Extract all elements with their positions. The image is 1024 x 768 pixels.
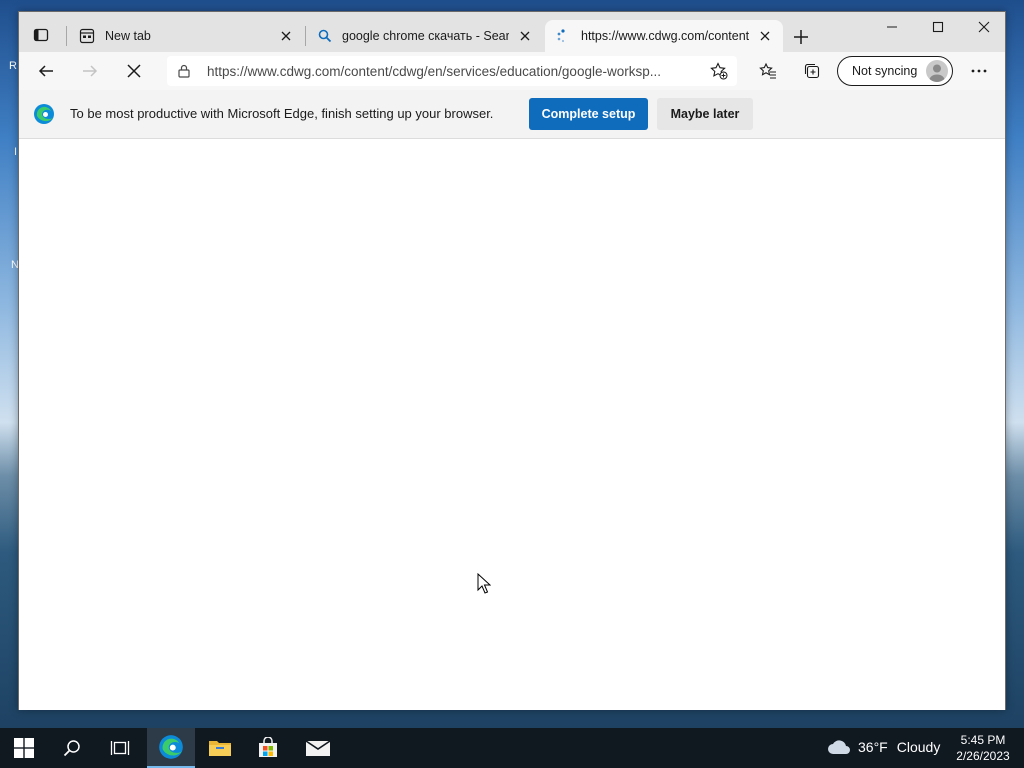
tab-separator <box>305 26 306 46</box>
forward-arrow-icon <box>83 65 98 77</box>
maybe-later-button[interactable]: Maybe later <box>657 98 753 130</box>
newtab-page-icon <box>79 28 95 44</box>
tab-actions-button[interactable] <box>27 23 55 47</box>
collections-button[interactable] <box>797 57 827 85</box>
tab-title: New tab <box>105 29 151 43</box>
favorites-button[interactable] <box>753 57 783 85</box>
tab-separator <box>66 26 67 46</box>
taskbar-search-button[interactable] <box>48 728 96 768</box>
folder-icon <box>209 741 231 756</box>
task-view-icon <box>110 741 130 755</box>
store-bag-icon <box>259 737 277 757</box>
loading-icon <box>557 29 565 43</box>
minimize-icon <box>887 26 897 28</box>
lock-icon[interactable] <box>167 64 201 78</box>
tab-title: https://www.cdwg.com/content/ <box>581 29 749 43</box>
browser-window: New tab google chrome скачать - Search h… <box>18 11 1006 710</box>
navigation-toolbar: https://www.cdwg.com/content/cdwg/en/ser… <box>19 52 1005 90</box>
setup-infobar: To be most productive with Microsoft Edg… <box>19 90 1005 139</box>
add-favorite-icon[interactable] <box>701 62 737 80</box>
search-icon <box>63 740 80 757</box>
page-content-area[interactable] <box>19 139 1005 710</box>
stop-loading-button[interactable] <box>119 57 149 85</box>
weather-widget[interactable]: 36°F Cloudy <box>826 738 940 756</box>
cloud-icon <box>828 740 850 754</box>
favorites-icon <box>759 62 776 79</box>
forward-button[interactable] <box>75 57 105 85</box>
avatar <box>926 60 948 82</box>
maximize-icon <box>932 21 944 33</box>
weather-condition: Cloudy <box>896 739 941 755</box>
tab-strip: New tab google chrome скачать - Search h… <box>19 12 1005 52</box>
close-icon[interactable] <box>278 28 294 44</box>
clock-time: 5:45 PM <box>960 733 1006 747</box>
back-arrow-icon <box>38 65 53 77</box>
tab-cdwg[interactable]: https://www.cdwg.com/content/ <box>545 20 783 52</box>
url-text[interactable]: https://www.cdwg.com/content/cdwg/en/ser… <box>201 64 701 79</box>
back-button[interactable] <box>31 57 61 85</box>
system-clock[interactable]: 5:45 PM 2/26/2023 <box>948 732 1018 764</box>
windows-logo-icon <box>14 738 34 758</box>
tab-title: google chrome скачать - Search <box>342 29 509 43</box>
clock-date: 2/26/2023 <box>956 749 1010 763</box>
taskbar-mail-button[interactable] <box>294 728 342 768</box>
taskbar-store-button[interactable] <box>244 728 292 768</box>
start-button[interactable] <box>0 728 48 768</box>
complete-setup-button[interactable]: Complete setup <box>529 98 648 130</box>
new-tab-button[interactable] <box>789 25 813 49</box>
close-icon <box>978 21 990 33</box>
close-icon[interactable] <box>517 28 533 44</box>
sync-status-label: Not syncing <box>852 64 918 78</box>
desktop-icon-label-fragment: R <box>9 60 17 72</box>
maximize-button[interactable] <box>915 12 961 42</box>
infobar-message: To be most productive with Microsoft Edg… <box>70 106 494 121</box>
taskbar-edge-button[interactable] <box>147 728 195 768</box>
task-view-button[interactable] <box>96 728 144 768</box>
address-bar[interactable]: https://www.cdwg.com/content/cdwg/en/ser… <box>167 56 737 86</box>
more-dots-icon <box>971 69 987 73</box>
mail-icon <box>305 740 331 756</box>
tab-actions-icon <box>33 28 49 42</box>
collections-icon <box>804 63 820 79</box>
tab-new-tab[interactable]: New tab <box>69 20 304 52</box>
desktop-icon-label-fragment: I <box>14 146 18 158</box>
person-icon <box>929 64 945 82</box>
edge-logo-icon <box>34 104 54 124</box>
edge-logo-icon <box>159 735 183 759</box>
search-icon <box>318 29 332 43</box>
close-window-button[interactable] <box>961 12 1007 42</box>
mouse-cursor-icon <box>477 573 491 594</box>
weather-temperature: 36°F <box>858 739 888 755</box>
stop-icon <box>127 64 141 78</box>
tab-search[interactable]: google chrome скачать - Search <box>308 20 543 52</box>
plus-icon <box>794 30 808 44</box>
minimize-button[interactable] <box>869 12 915 42</box>
close-icon[interactable] <box>757 28 773 44</box>
taskbar-file-explorer-button[interactable] <box>196 728 244 768</box>
taskbar: 36°F Cloudy 5:45 PM 2/26/2023 <box>0 728 1024 768</box>
profile-sync-button[interactable]: Not syncing <box>837 56 953 86</box>
settings-more-button[interactable] <box>964 57 994 85</box>
